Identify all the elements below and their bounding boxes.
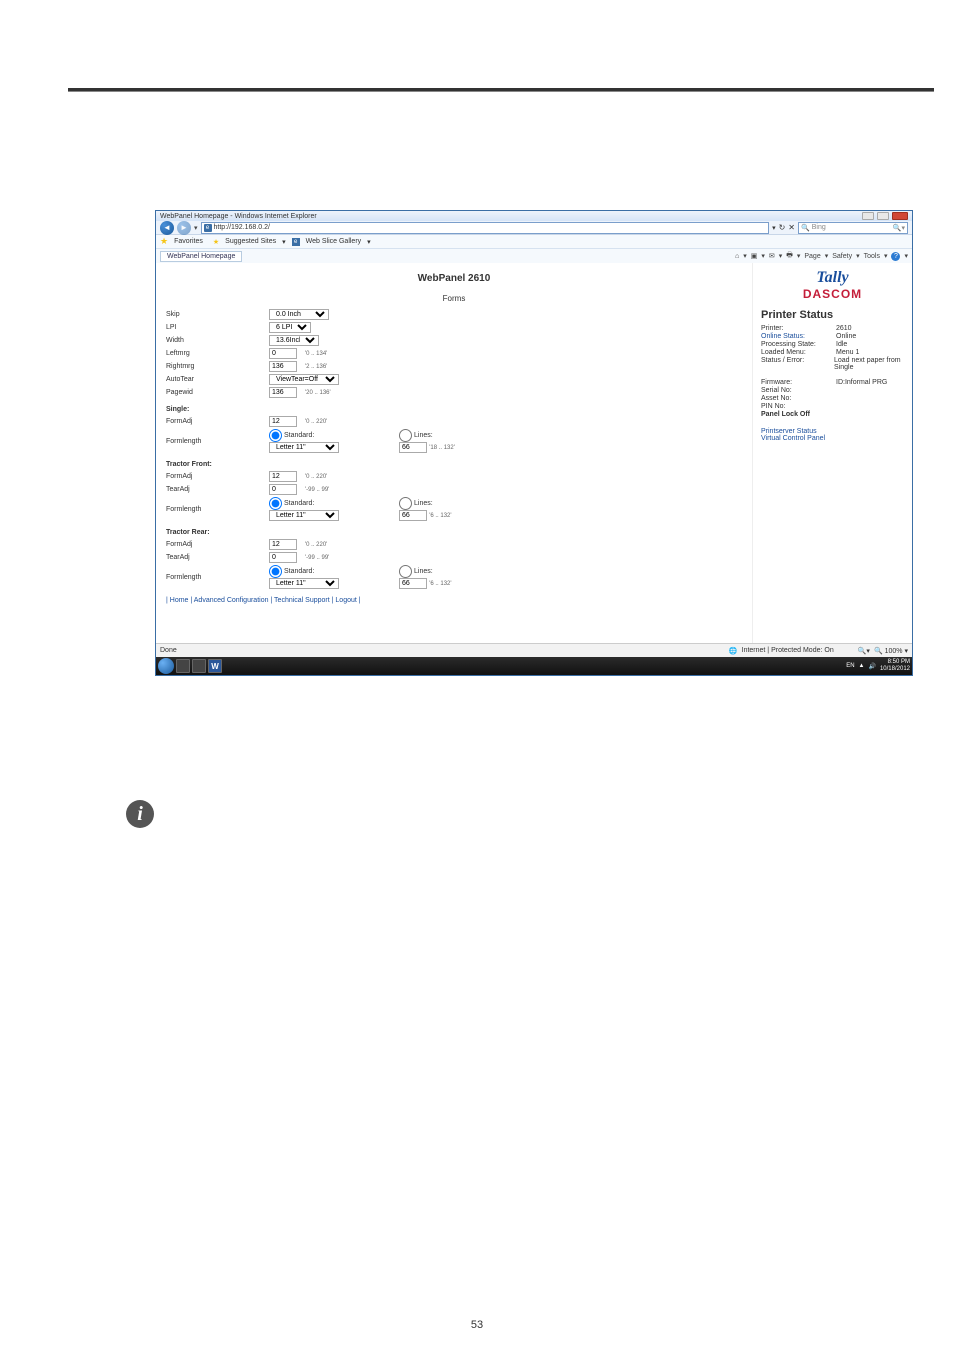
formadj-input[interactable] bbox=[269, 416, 297, 427]
tractor-rear-header: Tractor Rear: bbox=[166, 529, 742, 536]
printserver-status-link[interactable]: Printserver Status bbox=[761, 428, 904, 435]
stop-icon[interactable]: ✕ bbox=[788, 223, 795, 232]
tr-standard-radio[interactable] bbox=[269, 565, 282, 578]
task-icon-folder[interactable] bbox=[192, 659, 206, 673]
task-icon-explorer[interactable] bbox=[176, 659, 190, 673]
formadj-label: FormAdj bbox=[166, 418, 261, 425]
autotear-label: AutoTear bbox=[166, 376, 261, 383]
formlength-label: Formlength bbox=[166, 438, 261, 445]
search-icon: 🔍 bbox=[801, 224, 810, 232]
tr-tearadj-input[interactable] bbox=[269, 552, 297, 563]
pagewid-label: Pagewid bbox=[166, 389, 261, 396]
search-placeholder: Bing bbox=[812, 224, 826, 231]
tr-formadj-input[interactable] bbox=[269, 539, 297, 550]
single-lines-input[interactable] bbox=[399, 442, 427, 453]
status-zone: Internet | Protected Mode: On bbox=[742, 647, 834, 654]
tr-standard-select[interactable]: Letter 11" bbox=[269, 578, 339, 589]
clock-time[interactable]: 8:50 PM bbox=[880, 659, 910, 666]
leftmrg-label: Leftmrg bbox=[166, 350, 261, 357]
single-standard-select[interactable]: Letter 11" bbox=[269, 442, 339, 453]
window-title: WebPanel Homepage - Windows Internet Exp… bbox=[160, 213, 317, 220]
taskbar: W EN ▲ 🔊 8:50 PM 10/18/2012 bbox=[156, 657, 912, 675]
info-icon: i bbox=[126, 800, 154, 828]
search-box[interactable]: 🔍 Bing 🔍▾ bbox=[798, 222, 908, 234]
width-label: Width bbox=[166, 337, 261, 344]
tools-menu[interactable]: Tools bbox=[864, 253, 880, 260]
status-done: Done bbox=[160, 647, 177, 654]
skip-label: Skip bbox=[166, 311, 261, 318]
forms-header: Forms bbox=[166, 294, 742, 303]
tearadj-label: TearAdj bbox=[166, 486, 261, 493]
page-menu[interactable]: Page bbox=[804, 253, 820, 260]
tf-standard-radio[interactable] bbox=[269, 497, 282, 510]
tr-lines-radio[interactable] bbox=[399, 565, 412, 578]
tray-icon[interactable]: ▲ bbox=[859, 663, 865, 669]
tf-lines-radio[interactable] bbox=[399, 497, 412, 510]
tf-standard-select[interactable]: Letter 11" bbox=[269, 510, 339, 521]
browser-tab[interactable]: WebPanel Homepage bbox=[160, 251, 242, 262]
suggested-sites-link[interactable]: Suggested Sites bbox=[225, 238, 276, 245]
web-slice-link[interactable]: Web Slice Gallery bbox=[306, 238, 362, 245]
rightmrg-label: Rightmrg bbox=[166, 363, 261, 370]
footer-links[interactable]: | Home | Advanced Configuration | Techni… bbox=[166, 597, 742, 604]
autotear-select[interactable]: ViewTear=Off bbox=[269, 374, 339, 385]
back-button[interactable]: ◄ bbox=[160, 221, 174, 235]
printer-status-header: Printer Status bbox=[761, 309, 904, 321]
tf-formadj-input[interactable] bbox=[269, 471, 297, 482]
clock-date[interactable]: 10/18/2012 bbox=[880, 666, 910, 673]
task-icon-word[interactable]: W bbox=[208, 659, 222, 673]
mail-icon[interactable]: ✉ bbox=[769, 252, 775, 260]
feeds-icon[interactable]: ▣ bbox=[751, 252, 758, 260]
favorites-icon[interactable]: ★ bbox=[160, 236, 168, 247]
width-select[interactable]: 13.6Inch bbox=[269, 335, 319, 346]
address-bar[interactable]: e http://192.168.0.2/ bbox=[201, 222, 770, 234]
ie-icon: e bbox=[204, 224, 212, 232]
tr-lines-input[interactable] bbox=[399, 578, 427, 589]
tf-lines-input[interactable] bbox=[399, 510, 427, 521]
start-button[interactable] bbox=[158, 658, 174, 674]
help-icon[interactable]: ? bbox=[891, 252, 900, 261]
single-standard-radio[interactable] bbox=[269, 429, 282, 442]
refresh-icon[interactable]: ↻ bbox=[779, 223, 786, 232]
leftmrg-input[interactable] bbox=[269, 348, 297, 359]
minimize-button[interactable] bbox=[862, 212, 874, 220]
skip-select[interactable]: 0.0 Inch bbox=[269, 309, 329, 320]
home-icon[interactable]: ⌂ bbox=[735, 253, 739, 260]
single-lines-radio[interactable] bbox=[399, 429, 412, 442]
single-header: Single: bbox=[166, 406, 742, 413]
virtual-control-panel-link[interactable]: Virtual Control Panel bbox=[761, 435, 904, 442]
page-number: 53 bbox=[0, 1319, 954, 1331]
language-indicator[interactable]: EN bbox=[846, 663, 854, 669]
tractor-front-header: Tractor Front: bbox=[166, 461, 742, 468]
tab-label: WebPanel Homepage bbox=[167, 253, 235, 260]
maximize-button[interactable] bbox=[877, 212, 889, 220]
print-icon[interactable]: 🖶 bbox=[786, 251, 793, 262]
window-titlebar: WebPanel Homepage - Windows Internet Exp… bbox=[156, 211, 912, 221]
volume-icon[interactable]: 🔊 bbox=[868, 663, 875, 670]
url-text: http://192.168.0.2/ bbox=[214, 224, 270, 231]
page-title: WebPanel 2610 bbox=[166, 273, 742, 284]
pagewid-input[interactable] bbox=[269, 387, 297, 398]
favorites-label: Favorites bbox=[174, 238, 203, 245]
lpi-select[interactable]: 6 LPI bbox=[269, 322, 311, 333]
rightmrg-input[interactable] bbox=[269, 361, 297, 372]
tf-tearadj-input[interactable] bbox=[269, 484, 297, 495]
safety-menu[interactable]: Safety bbox=[832, 253, 852, 260]
lpi-label: LPI bbox=[166, 324, 261, 331]
close-button[interactable] bbox=[892, 212, 908, 220]
logo: Tally DASCOM bbox=[761, 269, 904, 301]
zoom-level[interactable]: 🔍 100% ▾ bbox=[874, 647, 908, 655]
forward-button[interactable]: ► bbox=[177, 221, 191, 235]
